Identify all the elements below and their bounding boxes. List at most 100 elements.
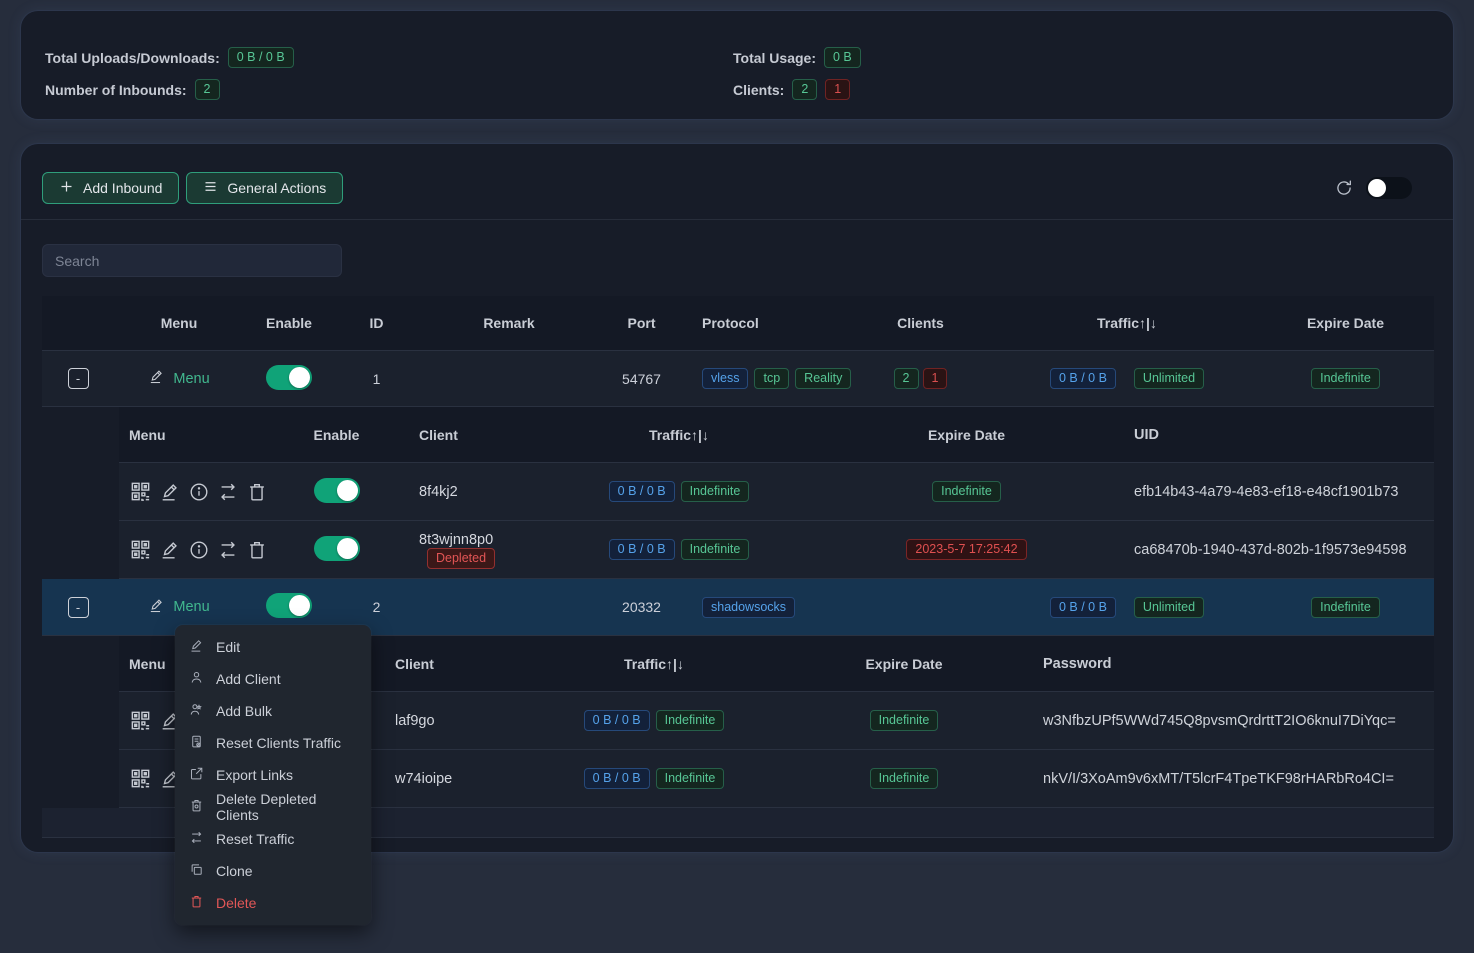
trash-icon — [189, 798, 204, 816]
qr-code-icon[interactable] — [129, 709, 152, 732]
col-expire: Expire Date — [1257, 315, 1434, 331]
add-inbound-button[interactable]: Add Inbound — [42, 172, 179, 204]
trash-icon[interactable] — [246, 481, 268, 503]
reset-traffic-icon[interactable] — [217, 481, 239, 503]
col-expire: Expire Date — [799, 427, 1134, 443]
col-enable: Enable — [244, 315, 334, 331]
traffic-badge: 0 B / 0 B — [1050, 368, 1116, 389]
traffic-badge: 0 B / 0 B — [609, 481, 675, 502]
protocol-tag: tcp — [754, 368, 789, 389]
menu-item-add-client[interactable]: Add Client — [175, 663, 371, 695]
menu-item-add-bulk[interactable]: Add Bulk — [175, 695, 371, 727]
col-traffic[interactable]: Traffic↑|↓ — [997, 315, 1257, 331]
traffic-limit-badge: Unlimited — [1134, 597, 1204, 618]
menu-item-edit[interactable]: Edit — [175, 631, 371, 663]
stat-total-usage: Total Usage: 0 B — [733, 47, 1429, 68]
traffic-limit-badge: Indefinite — [681, 539, 750, 560]
client-table-header: Menu Enable Client Traffic↑|↓ Expire Dat… — [119, 407, 1434, 463]
toggle-knob — [337, 538, 358, 559]
expire-badge: 2023-5-7 17:25:42 — [906, 539, 1026, 560]
col-client: Client — [379, 656, 539, 672]
reset-traffic-icon — [189, 830, 204, 848]
reset-traffic-icon[interactable] — [217, 539, 239, 561]
traffic-limit-badge: Indefinite — [656, 710, 725, 731]
trash-icon — [189, 894, 204, 912]
export-icon — [189, 766, 204, 784]
usage-label: Total Usage: — [733, 50, 816, 66]
qr-code-icon[interactable] — [129, 538, 152, 561]
menu-item-delete-depleted-clients[interactable]: Delete Depleted Clients — [175, 791, 371, 823]
toggle-knob — [1368, 179, 1386, 197]
plus-icon — [59, 179, 74, 197]
protocol-tag: shadowsocks — [702, 597, 795, 618]
col-expire: Expire Date — [769, 656, 1039, 672]
qr-code-icon[interactable] — [129, 480, 152, 503]
menu-item-delete[interactable]: Delete — [175, 887, 371, 919]
refresh-icon[interactable] — [1334, 178, 1354, 198]
toggle-knob — [289, 595, 310, 616]
toolbar: Add Inbound General Actions — [21, 144, 1453, 204]
menu-item-export-links[interactable]: Export Links — [175, 759, 371, 791]
info-icon[interactable] — [188, 481, 210, 503]
menu-item-clone[interactable]: Clone — [175, 855, 371, 887]
inbounds-label: Number of Inbounds: — [45, 82, 187, 98]
expire-badge: Indefinite — [932, 481, 1001, 502]
toggle-knob — [337, 480, 358, 501]
stats-panel: Total Uploads/Downloads: 0 B / 0 B Total… — [20, 10, 1454, 120]
client-name: w74ioipe — [395, 771, 452, 787]
col-remark: Remark — [419, 315, 599, 331]
table-header-row: Menu Enable ID Remark Port Protocol Clie… — [42, 296, 1434, 351]
inbound-menu-label: Menu — [173, 599, 209, 615]
client-password: nkV/I/3XoAm9v6xMT/T5lcrF4TpeTKF98rHARbRo… — [1039, 771, 1434, 787]
traffic-badge: 0 B / 0 B — [584, 768, 650, 789]
stat-clients-count: Clients: 2 1 — [733, 79, 1429, 100]
col-clients: Clients — [844, 315, 997, 331]
col-protocol: Protocol — [684, 315, 844, 331]
client-enable-toggle[interactable] — [314, 536, 360, 561]
traffic-limit-badge: Indefinite — [656, 768, 725, 789]
client-uid: ca68470b-1940-437d-802b-1f9573e94598 — [1134, 542, 1434, 558]
edit-pencil-icon — [148, 597, 165, 618]
inbound-row-1: - Menu 1 54767 vless tcp Reality 2 — [42, 351, 1434, 407]
uploads-label: Total Uploads/Downloads: — [45, 50, 220, 66]
clone-icon — [189, 862, 204, 880]
info-icon[interactable] — [188, 539, 210, 561]
dark-mode-toggle[interactable] — [1366, 177, 1412, 199]
edit-pencil-icon[interactable] — [159, 481, 181, 503]
col-traffic[interactable]: Traffic↑|↓ — [559, 427, 799, 443]
page: Total Uploads/Downloads: 0 B / 0 B Total… — [0, 0, 1474, 953]
protocol-tag: Reality — [795, 368, 851, 389]
search-input[interactable] — [42, 244, 342, 277]
inbound-enable-toggle[interactable] — [266, 593, 312, 618]
traffic-limit-badge: Indefinite — [681, 481, 750, 502]
qr-code-icon[interactable] — [129, 767, 152, 790]
collapse-row-button[interactable]: - — [68, 597, 89, 618]
collapse-row-button[interactable]: - — [68, 368, 89, 389]
col-traffic[interactable]: Traffic↑|↓ — [539, 656, 769, 672]
col-menu: Menu — [114, 315, 244, 331]
hamburger-icon — [203, 179, 218, 197]
inbound-menu-link[interactable]: Menu — [148, 597, 209, 618]
inbound-id: 2 — [334, 599, 419, 615]
user-icon — [189, 670, 204, 688]
protocol-tag: vless — [702, 368, 748, 389]
inbound-port: 20332 — [599, 599, 684, 615]
clients-depleted-badge: 1 — [923, 368, 948, 389]
expire-badge: Indefinite — [1311, 368, 1380, 389]
inbound-menu-link[interactable]: Menu — [148, 368, 209, 389]
client-enable-toggle[interactable] — [314, 478, 360, 503]
menu-item-reset-clients-traffic[interactable]: Reset Clients Traffic — [175, 727, 371, 759]
client-row: 8f4kj2 0 B / 0 B Indefinite Indefinite e… — [119, 463, 1434, 521]
trash-icon[interactable] — [246, 539, 268, 561]
general-actions-button[interactable]: General Actions — [186, 172, 343, 204]
client-name: 8t3wjnn8p0 — [419, 532, 493, 548]
col-uid: UID — [1134, 427, 1434, 443]
col-enable: Enable — [294, 427, 379, 443]
edit-pencil-icon[interactable] — [159, 539, 181, 561]
clients-total-badge: 2 — [792, 79, 817, 100]
traffic-badge: 0 B / 0 B — [1050, 597, 1116, 618]
inbound-enable-toggle[interactable] — [266, 365, 312, 390]
traffic-badge: 0 B / 0 B — [584, 710, 650, 731]
traffic-badge: 0 B / 0 B — [609, 539, 675, 560]
menu-item-reset-traffic[interactable]: Reset Traffic — [175, 823, 371, 855]
